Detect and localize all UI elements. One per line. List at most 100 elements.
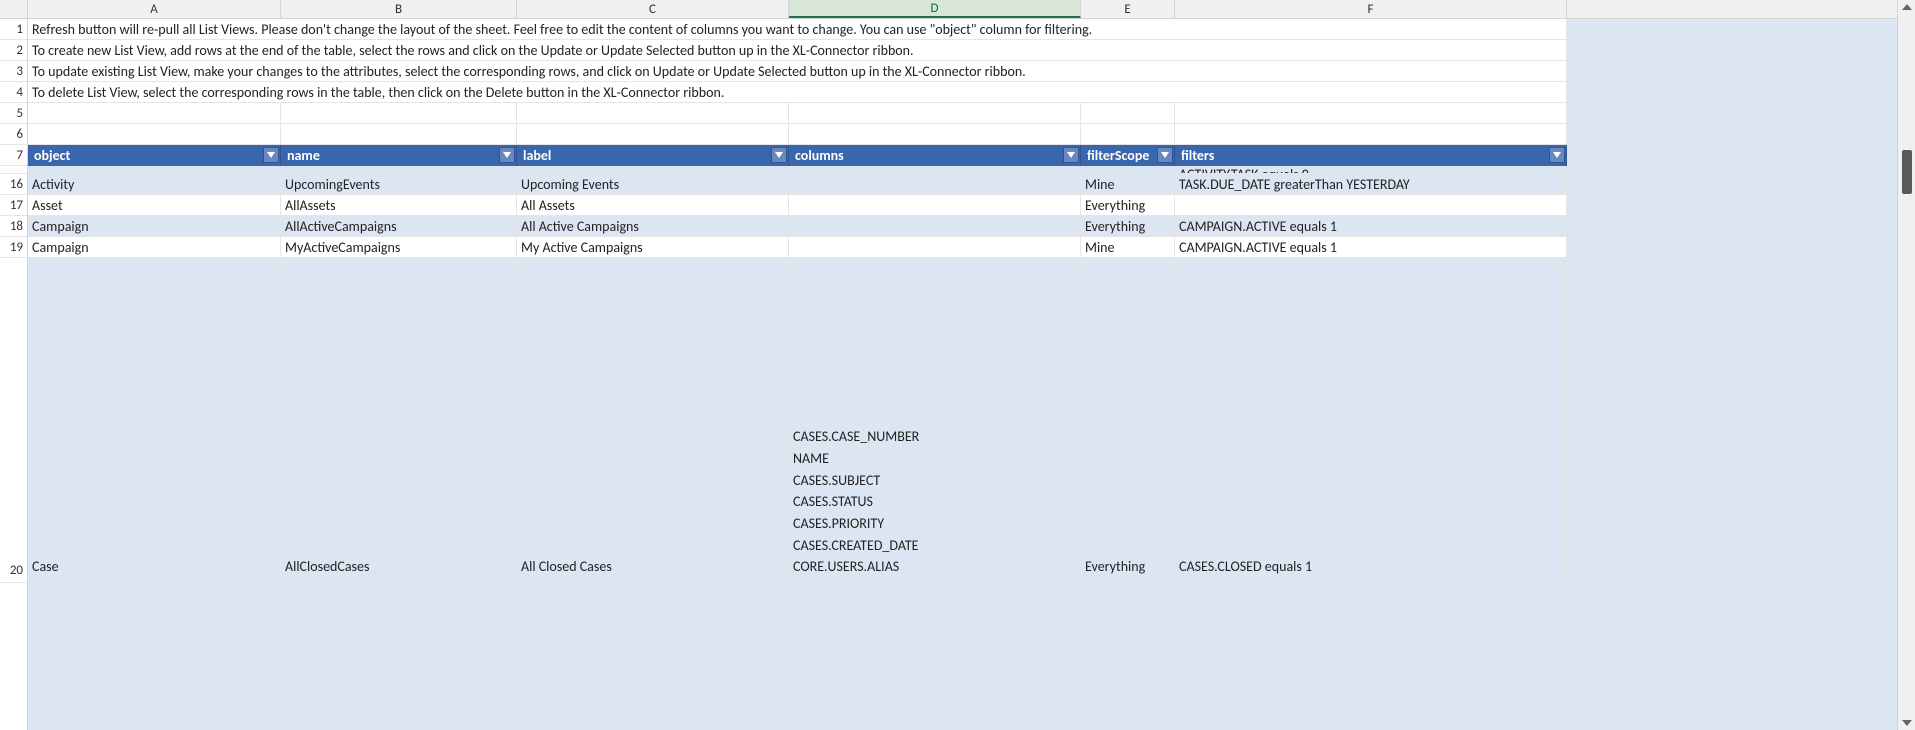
header-label: columns [795,147,844,164]
cell[interactable]: Case [28,258,281,583]
row-header[interactable]: 18 [0,216,27,237]
cell[interactable] [789,103,1081,124]
instruction-row: To create new List View, add rows at the… [28,40,1915,61]
cell[interactable]: UpcomingEvents [281,174,517,195]
cell[interactable] [789,174,1081,195]
cell[interactable]: ACTIVITY.TASK equals 0 [1175,166,1567,174]
cell[interactable]: Campaign [28,216,281,237]
cell[interactable] [517,103,789,124]
cell[interactable]: Refresh button will re-pull all List Vie… [28,19,1567,40]
filter-dropdown-icon[interactable] [499,147,515,163]
header-label: filterScope [1087,147,1149,164]
row-header[interactable]: 1 [0,19,27,40]
row-header[interactable]: 5 [0,103,27,124]
empty-row [28,103,1915,124]
cell[interactable]: Campaign [28,237,281,258]
scroll-down-icon[interactable] [1902,720,1912,726]
cell[interactable]: To create new List View, add rows at the… [28,40,1567,61]
cell[interactable]: CAMPAIGN.ACTIVE equals 1 [1175,237,1567,258]
cell[interactable]: MyActiveCampaigns [281,237,517,258]
cell[interactable] [789,237,1081,258]
table-row: Campaign AllActiveCampaigns All Active C… [28,216,1915,237]
header-columns[interactable]: columns [789,145,1081,166]
cell[interactable]: AllClosedCases [281,258,517,583]
cell[interactable]: CASES.CASE_NUMBER NAME CASES.SUBJECT CAS… [789,258,1081,583]
cell[interactable] [28,124,281,145]
cell[interactable]: Mine [1081,174,1175,195]
cell[interactable] [28,103,281,124]
header-label: name [287,147,320,164]
cell[interactable]: Everything [1081,195,1175,216]
row-header[interactable]: 3 [0,61,27,82]
row-header[interactable]: 16 [0,174,27,195]
row-header[interactable]: 19 [0,237,27,258]
vertical-scrollbar[interactable] [1897,0,1915,730]
cell[interactable]: TASK.DUE_DATE greaterThan YESTERDAY [1175,174,1567,195]
col-header-e[interactable]: E [1081,0,1175,18]
scroll-thumb[interactable] [1902,150,1912,194]
cell[interactable] [517,124,789,145]
cell[interactable]: Mine [1081,237,1175,258]
filter-dropdown-icon[interactable] [1063,147,1079,163]
filter-dropdown-icon[interactable] [771,147,787,163]
cell[interactable]: All Active Campaigns [517,216,789,237]
col-header-c[interactable]: C [517,0,789,18]
cell[interactable]: All Assets [517,195,789,216]
row-header[interactable]: 6 [0,124,27,145]
cell[interactable] [1175,195,1567,216]
instruction-row: To delete List View, select the correspo… [28,82,1915,103]
row-header[interactable]: 20 [0,258,27,583]
cell[interactable] [789,216,1081,237]
row-header[interactable]: 2 [0,40,27,61]
cell[interactable]: Asset [28,195,281,216]
cell[interactable]: Upcoming Events [517,174,789,195]
row-header-gutter: 1 2 3 4 5 6 7 16 17 18 19 20 [0,0,28,730]
filter-dropdown-icon[interactable] [263,147,279,163]
header-label: object [34,147,70,164]
col-header-a[interactable]: A [28,0,281,18]
col-header-d[interactable]: D [789,0,1081,18]
cell[interactable] [789,124,1081,145]
cell[interactable]: Everything [1081,216,1175,237]
cell[interactable]: My Active Campaigns [517,237,789,258]
cell[interactable] [789,195,1081,216]
cell-grid: Refresh button will re-pull all List Vie… [28,19,1915,583]
select-all-corner[interactable] [0,0,27,19]
cell[interactable]: AllActiveCampaigns [281,216,517,237]
filter-dropdown-icon[interactable] [1157,147,1173,163]
instruction-row: To update existing List View, make your … [28,61,1915,82]
cell[interactable]: Everything [1081,258,1175,583]
cell[interactable] [281,124,517,145]
row-header[interactable]: 7 [0,145,27,166]
filter-dropdown-icon[interactable] [1549,147,1565,163]
spreadsheet-app: 1 2 3 4 5 6 7 16 17 18 19 20 A B C D E F… [0,0,1915,730]
row-header[interactable]: 4 [0,82,27,103]
cell[interactable]: To update existing List View, make your … [28,61,1567,82]
cell[interactable] [1081,124,1175,145]
grid-area: A B C D E F Refresh button will re-pull … [28,0,1915,730]
cell[interactable]: Activity [28,174,281,195]
scroll-up-icon[interactable] [1902,4,1912,10]
cell[interactable]: AllAssets [281,195,517,216]
cell[interactable]: CASES.CLOSED equals 1 [1175,258,1567,583]
table-row: Asset AllAssets All Assets Everything [28,195,1915,216]
col-header-f[interactable]: F [1175,0,1567,18]
table-header-row: object name label columns filterScope [28,145,1915,166]
cell[interactable] [1175,124,1567,145]
col-header-b[interactable]: B [281,0,517,18]
table-row: Campaign MyActiveCampaigns My Active Cam… [28,237,1915,258]
header-object[interactable]: object [28,145,281,166]
header-filterscope[interactable]: filterScope [1081,145,1175,166]
row-header[interactable]: 17 [0,195,27,216]
cell[interactable] [1081,103,1175,124]
cell[interactable]: To delete List View, select the correspo… [28,82,1567,103]
header-filters[interactable]: filters [1175,145,1567,166]
header-label-col[interactable]: label [517,145,789,166]
cell[interactable] [281,103,517,124]
header-name[interactable]: name [281,145,517,166]
clipped-row: ACTIVITY.TASK equals 0 [28,166,1915,174]
cell[interactable]: All Closed Cases [517,258,789,583]
cell[interactable] [1175,103,1567,124]
cell[interactable]: CAMPAIGN.ACTIVE equals 1 [1175,216,1567,237]
table-row: Case AllClosedCases All Closed Cases CAS… [28,258,1915,583]
